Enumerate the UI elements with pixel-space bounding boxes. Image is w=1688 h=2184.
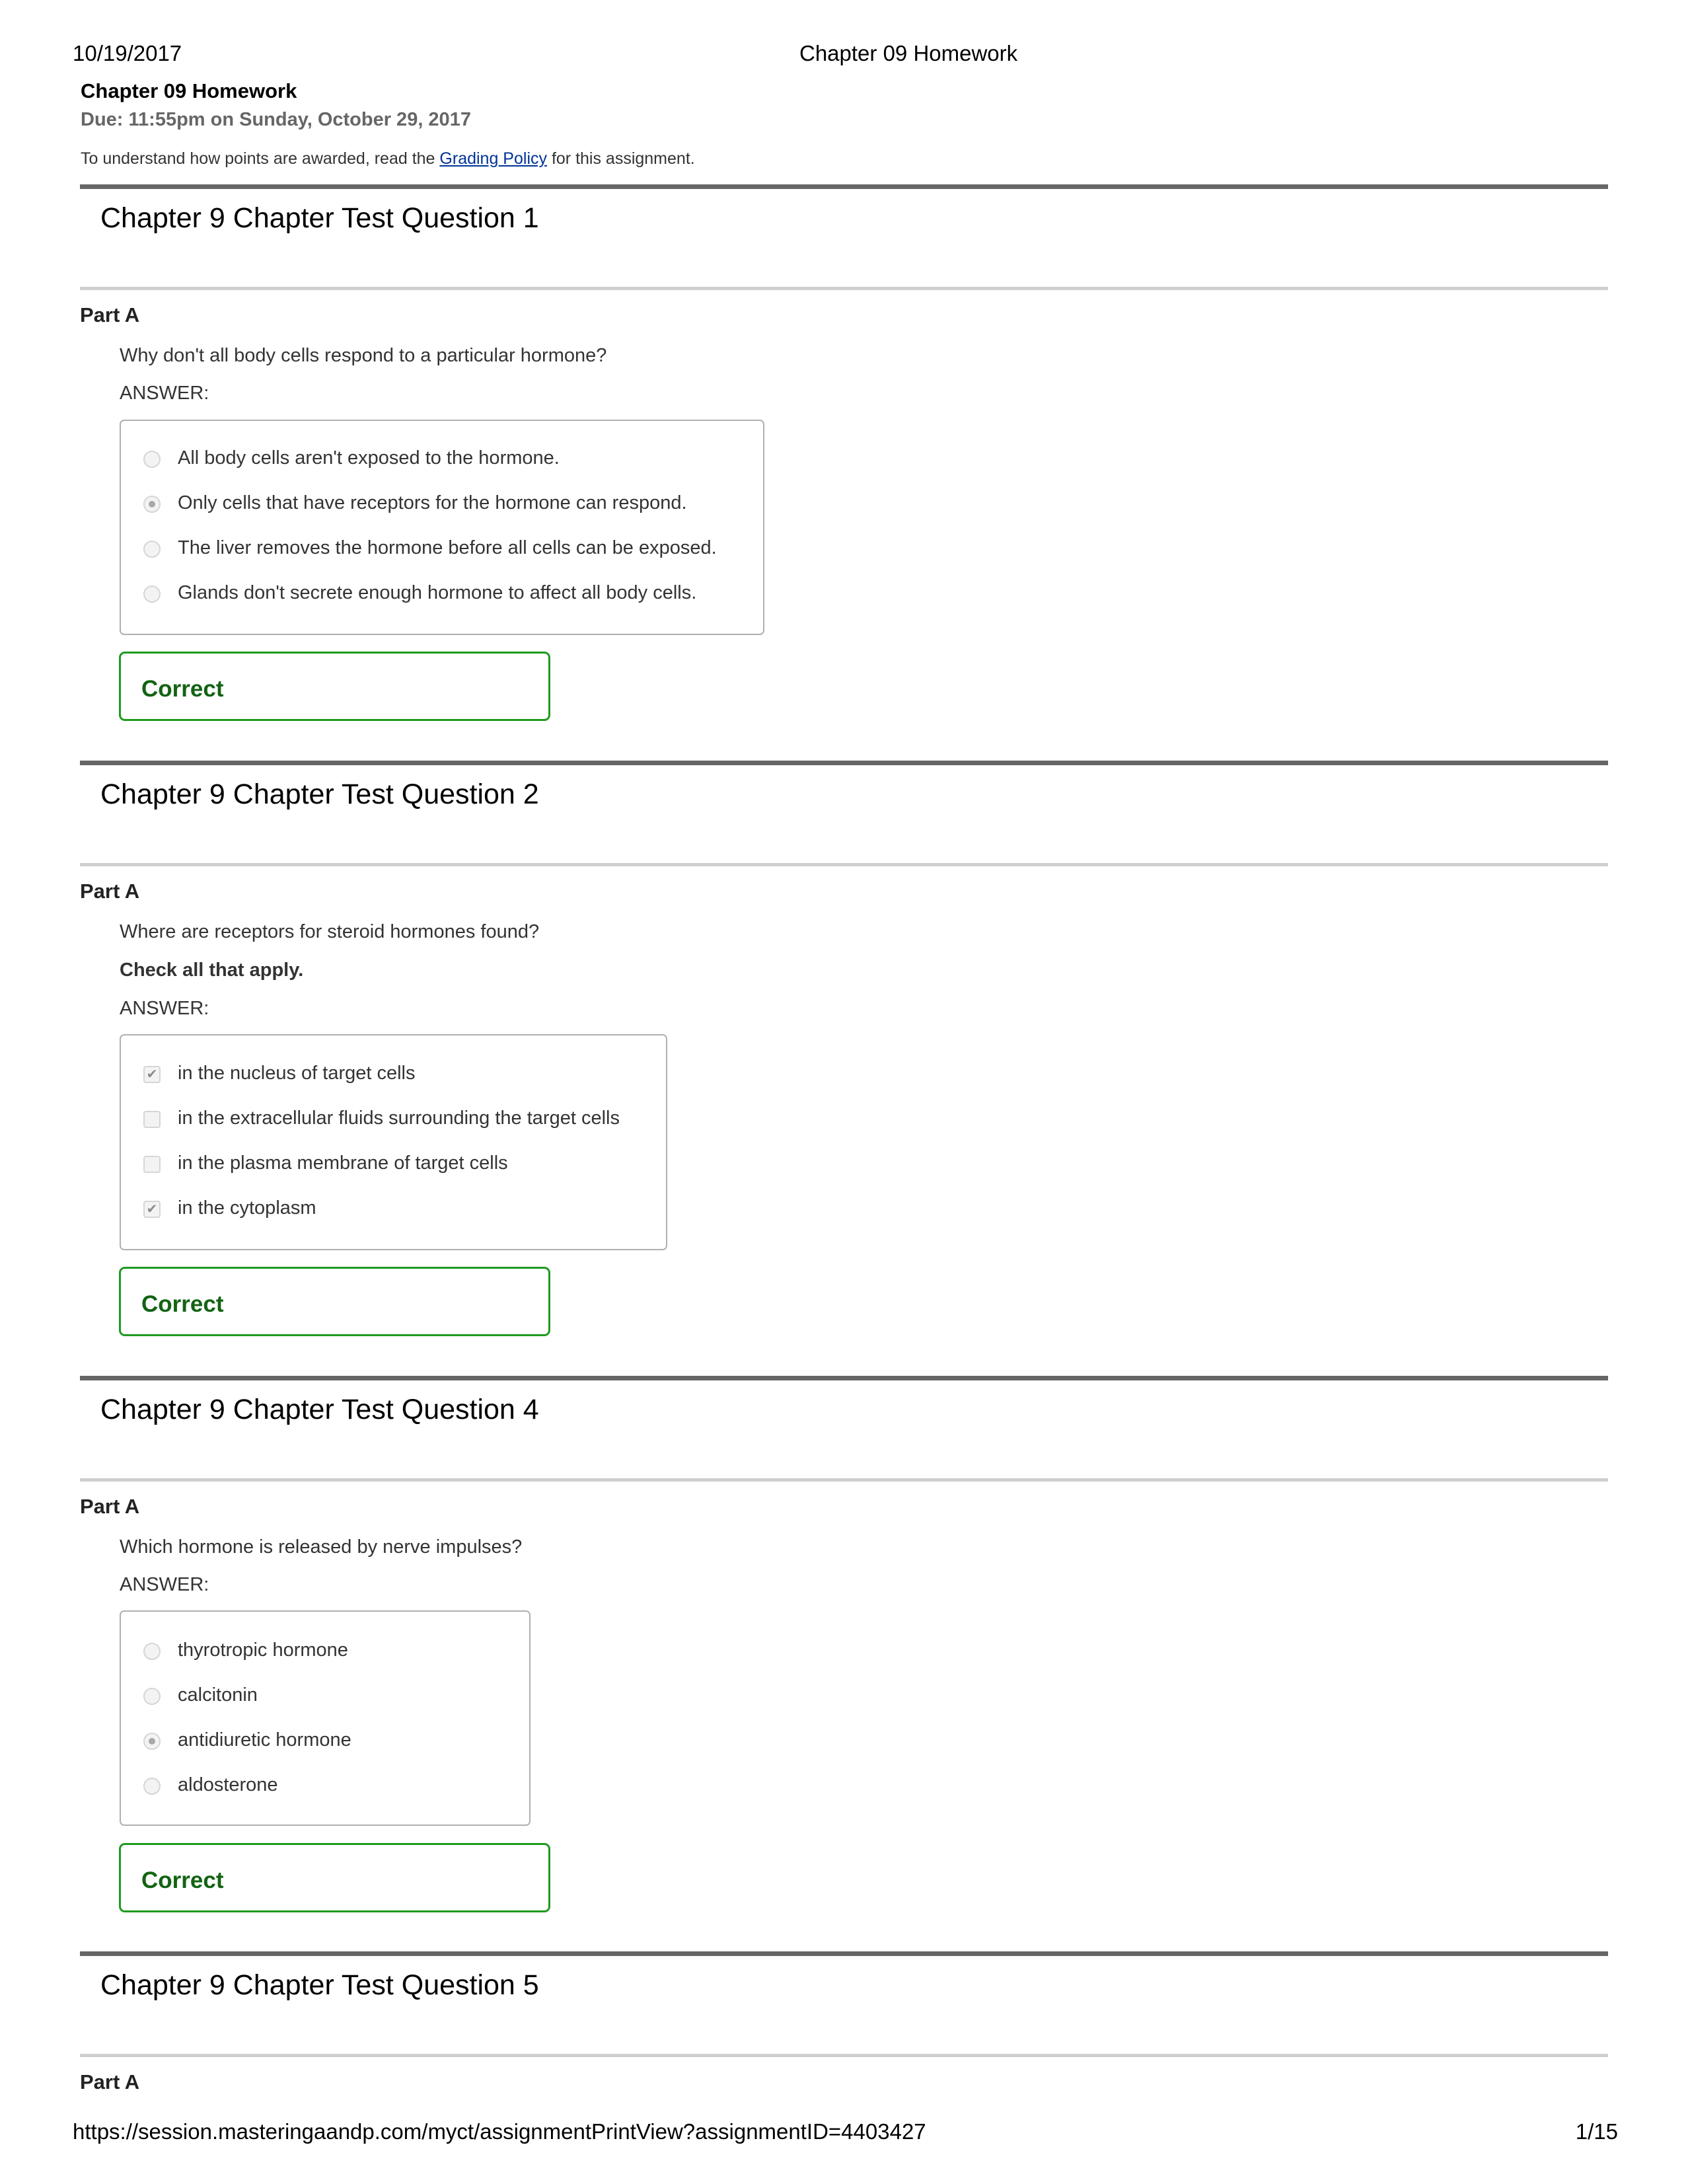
radio-button[interactable] bbox=[143, 1778, 161, 1795]
question-text: Which hormone is released by nerve impul… bbox=[120, 1536, 523, 1558]
option-label: in the cytoplasm bbox=[178, 1197, 316, 1219]
radio-button-selected[interactable] bbox=[143, 496, 161, 513]
radio-button-selected[interactable] bbox=[143, 1733, 161, 1750]
question-title: Chapter 9 Chapter Test Question 2 bbox=[100, 778, 539, 810]
part-divider bbox=[80, 2054, 1608, 2057]
radio-button[interactable] bbox=[143, 1643, 161, 1660]
answer-label: ANSWER: bbox=[120, 998, 209, 1019]
answer-choices: ✔ in the nucleus of target cells in the … bbox=[120, 1034, 667, 1250]
question-text: Where are receptors for steroid hormones… bbox=[120, 921, 540, 942]
result-box: Correct bbox=[119, 1267, 550, 1336]
part-label: Part A bbox=[80, 880, 140, 903]
checkbox[interactable] bbox=[143, 1111, 161, 1128]
part-divider bbox=[80, 1478, 1608, 1482]
result-box: Correct bbox=[119, 652, 550, 721]
option-label: All body cells aren't exposed to the hor… bbox=[178, 447, 560, 469]
answer-option[interactable]: Glands don't secrete enough hormone to a… bbox=[121, 581, 763, 607]
radio-button[interactable] bbox=[143, 585, 161, 603]
checkbox-checked[interactable]: ✔ bbox=[143, 1066, 161, 1083]
question-text: Why don't all body cells respond to a pa… bbox=[120, 345, 607, 366]
option-label: aldosterone bbox=[178, 1774, 278, 1795]
print-url: https://session.masteringaandp.com/myct/… bbox=[73, 2119, 926, 2144]
answer-option[interactable]: ✔ in the nucleus of target cells bbox=[121, 1061, 666, 1088]
answer-label: ANSWER: bbox=[120, 383, 209, 404]
option-label: in the extracellular fluids surrounding … bbox=[178, 1108, 620, 1129]
radio-button[interactable] bbox=[143, 1688, 161, 1705]
option-label: calcitonin bbox=[178, 1684, 258, 1706]
checkbox[interactable] bbox=[143, 1156, 161, 1173]
answer-option[interactable]: calcitonin bbox=[121, 1683, 529, 1710]
part-divider bbox=[80, 863, 1608, 866]
question-instruction: Check all that apply. bbox=[120, 960, 304, 981]
grading-info-suffix: for this assignment. bbox=[547, 149, 695, 168]
part-label: Part A bbox=[80, 303, 140, 326]
print-page-title: Chapter 09 Homework bbox=[799, 41, 1018, 65]
result-status: Correct bbox=[141, 1867, 224, 1893]
assignment-title: Chapter 09 Homework bbox=[81, 79, 297, 102]
radio-button[interactable] bbox=[143, 541, 161, 558]
answer-option[interactable]: aldosterone bbox=[121, 1773, 529, 1799]
answer-option[interactable]: Only cells that have receptors for the h… bbox=[121, 491, 763, 517]
result-status: Correct bbox=[141, 676, 224, 702]
answer-option[interactable]: thyrotropic hormone bbox=[121, 1638, 529, 1665]
answer-option[interactable]: All body cells aren't exposed to the hor… bbox=[121, 446, 763, 472]
print-date: 10/19/2017 bbox=[73, 41, 182, 65]
result-box: Correct bbox=[119, 1843, 550, 1912]
question-title: Chapter 9 Chapter Test Question 1 bbox=[100, 202, 539, 234]
option-label: Only cells that have receptors for the h… bbox=[178, 492, 687, 513]
result-status: Correct bbox=[141, 1291, 224, 1317]
section-divider bbox=[80, 1376, 1608, 1380]
answer-option[interactable]: ✔ in the cytoplasm bbox=[121, 1196, 666, 1223]
part-label: Part A bbox=[80, 1495, 140, 1518]
question-title: Chapter 9 Chapter Test Question 4 bbox=[100, 1394, 539, 1425]
grading-info-prefix: To understand how points are awarded, re… bbox=[81, 149, 440, 168]
answer-option[interactable]: antidiuretic hormone bbox=[121, 1728, 529, 1754]
answer-option[interactable]: The liver removes the hormone before all… bbox=[121, 536, 763, 562]
part-divider bbox=[80, 287, 1608, 290]
grading-info: To understand how points are awarded, re… bbox=[81, 151, 695, 167]
due-date: Due: 11:55pm on Sunday, October 29, 2017 bbox=[81, 109, 471, 130]
option-label: in the nucleus of target cells bbox=[178, 1063, 416, 1084]
question-title: Chapter 9 Chapter Test Question 5 bbox=[100, 1969, 539, 2001]
grading-policy-link[interactable]: Grading Policy bbox=[439, 149, 547, 168]
option-label: Glands don't secrete enough hormone to a… bbox=[178, 582, 697, 603]
answer-label: ANSWER: bbox=[120, 1574, 209, 1595]
option-label: thyrotropic hormone bbox=[178, 1639, 348, 1661]
page-number: 1/15 bbox=[1575, 2119, 1618, 2144]
answer-choices: thyrotropic hormone calcitonin antidiure… bbox=[120, 1610, 531, 1826]
radio-button[interactable] bbox=[143, 451, 161, 468]
section-divider bbox=[80, 184, 1608, 189]
option-label: antidiuretic hormone bbox=[178, 1729, 351, 1751]
checkbox-checked[interactable]: ✔ bbox=[143, 1201, 161, 1218]
answer-option[interactable]: in the extracellular fluids surrounding … bbox=[121, 1106, 666, 1133]
option-label: The liver removes the hormone before all… bbox=[178, 537, 717, 558]
section-divider bbox=[80, 1951, 1608, 1956]
part-label: Part A bbox=[80, 2070, 140, 2093]
answer-choices: All body cells aren't exposed to the hor… bbox=[120, 420, 764, 635]
section-divider bbox=[80, 761, 1608, 765]
answer-option[interactable]: in the plasma membrane of target cells bbox=[121, 1151, 666, 1178]
option-label: in the plasma membrane of target cells bbox=[178, 1152, 508, 1174]
